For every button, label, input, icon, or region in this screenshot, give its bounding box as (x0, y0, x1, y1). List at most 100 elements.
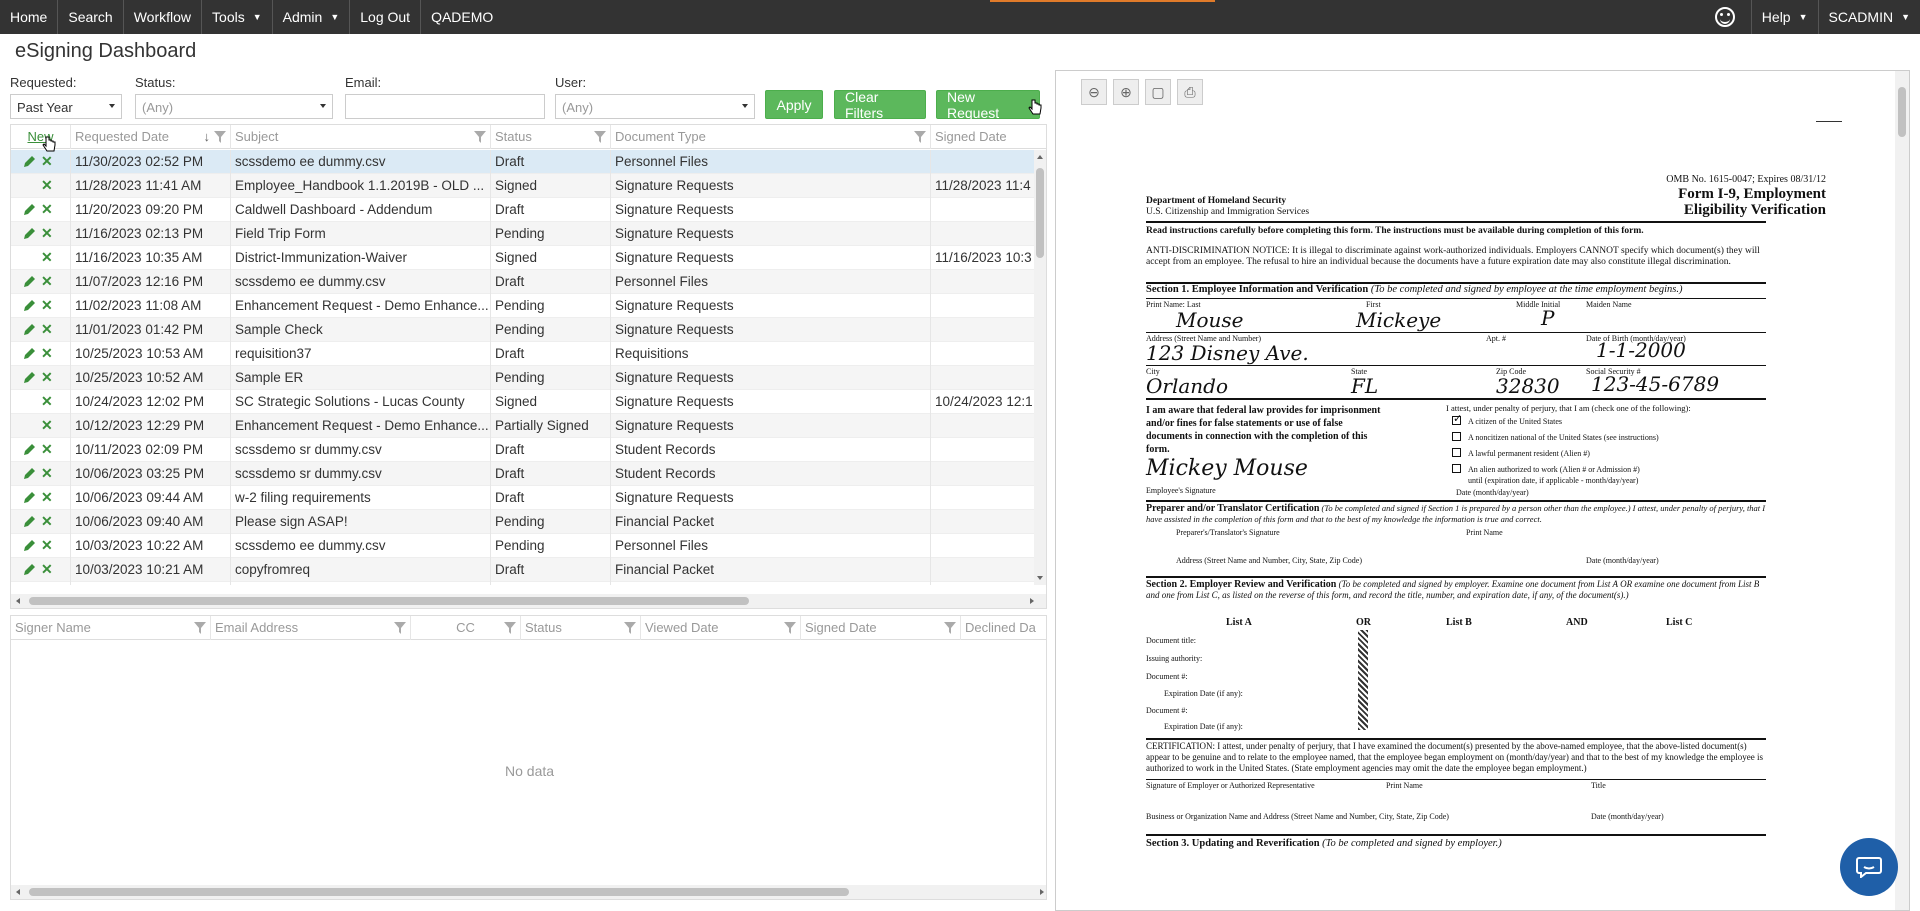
scroll-down-icon[interactable] (1037, 576, 1043, 580)
pencil-icon[interactable] (23, 275, 36, 288)
nav-tools[interactable]: Tools ▼ (202, 0, 273, 34)
table-row[interactable]: ✕ 11/02/2023 11:08 AM Enhancement Request … (11, 294, 1036, 318)
delete-x-icon[interactable]: ✕ (41, 538, 55, 552)
new-request-button[interactable]: New Request (936, 89, 1040, 121)
table-row[interactable]: ✕ 11/07/2023 12:16 PM scssdemo ee dummy.cs… (11, 270, 1036, 294)
pencil-icon[interactable] (23, 155, 36, 168)
filter-funnel-icon[interactable] (624, 622, 636, 634)
clear-filters-button[interactable]: Clear Filters (834, 89, 926, 121)
nav-admin[interactable]: Admin ▼ (273, 0, 351, 34)
delete-x-icon[interactable]: ✕ (41, 370, 55, 384)
col-document-type-header[interactable]: Document Type (611, 125, 931, 149)
feedback-smiley-icon[interactable] (1714, 7, 1735, 27)
pencil-icon[interactable] (23, 491, 36, 504)
col-viewed-date-header[interactable]: Viewed Date (641, 616, 801, 640)
scroll-thumb[interactable] (29, 597, 749, 605)
user-select[interactable]: (Any) (555, 94, 755, 119)
delete-x-icon[interactable]: ✕ (41, 154, 55, 168)
pencil-icon[interactable] (23, 203, 36, 216)
table-row[interactable]: ✕ 11/30/2023 02:52 PM scssdemo ee dummy.cs… (11, 150, 1036, 174)
filter-funnel-icon[interactable] (944, 622, 956, 634)
print-icon[interactable]: ⎙ (1177, 79, 1203, 105)
pencil-icon[interactable] (23, 299, 36, 312)
nav-home[interactable]: Home (0, 0, 59, 34)
scroll-left-icon[interactable] (16, 598, 20, 604)
delete-x-icon[interactable]: ✕ (41, 346, 55, 360)
pencil-icon[interactable] (23, 563, 36, 576)
table-row[interactable]: ✕ 11/01/2023 01:42 PM Sample Check Pending S… (11, 318, 1036, 342)
email-input[interactable] (345, 94, 545, 119)
table-row[interactable]: ✕ 10/12/2023 12:29 PM Enhancement Request … (11, 414, 1036, 438)
table-row[interactable]: ✕ 10/06/2023 09:44 AM w-2 filing requireme… (11, 486, 1036, 510)
chat-widget-button[interactable] (1840, 838, 1898, 896)
col-signer-status-header[interactable]: Status (521, 616, 641, 640)
filter-funnel-icon[interactable] (594, 131, 606, 143)
table-row[interactable]: ✕ 11/28/2023 11:41 AM Employee_Handbook 1.… (11, 174, 1036, 198)
col-signer-name-header[interactable]: Signer Name (11, 616, 211, 640)
col-new-header[interactable]: New (11, 125, 71, 149)
delete-x-icon[interactable]: ✕ (41, 490, 55, 504)
delete-x-icon[interactable]: ✕ (41, 418, 55, 432)
filter-funnel-icon[interactable] (394, 622, 406, 634)
nav-user[interactable]: SCADMIN ▼ (1817, 0, 1920, 34)
filter-funnel-icon[interactable] (474, 131, 486, 143)
table-row[interactable]: ✕ 10/24/2023 12:02 PM SC Strategic Solutio… (11, 390, 1036, 414)
delete-x-icon[interactable]: ✕ (41, 202, 55, 216)
col-subject-header[interactable]: Subject (231, 125, 491, 149)
scroll-thumb[interactable] (29, 888, 849, 896)
requests-grid-vscroll[interactable] (1034, 150, 1046, 585)
col-status-header[interactable]: Status (491, 125, 611, 149)
status-select[interactable]: (Any) (135, 94, 333, 119)
delete-x-icon[interactable]: ✕ (41, 562, 55, 576)
table-row[interactable]: ✕ 10/25/2023 10:53 AM requisition37 Draft Re… (11, 342, 1036, 366)
delete-x-icon[interactable]: ✕ (41, 442, 55, 456)
pencil-icon[interactable] (23, 227, 36, 240)
scroll-left-icon[interactable] (16, 889, 20, 895)
table-row[interactable]: ✕ 10/06/2023 09:40 AM Please sign ASAP! Pen… (11, 510, 1036, 534)
pencil-icon[interactable] (23, 515, 36, 528)
delete-x-icon[interactable]: ✕ (41, 322, 55, 336)
delete-x-icon[interactable]: ✕ (41, 178, 55, 192)
viewer-vscroll[interactable] (1895, 71, 1909, 910)
table-row[interactable]: ✕ 10/06/2023 03:25 PM scssdemo sr dummy.cs… (11, 462, 1036, 486)
table-row[interactable]: ✕ 11/16/2023 10:35 AM District-Immunizatio… (11, 246, 1036, 270)
table-row[interactable]: ✕ 11/20/2023 09:20 PM Caldwell Dashboard -… (11, 198, 1036, 222)
delete-x-icon[interactable]: ✕ (41, 274, 55, 288)
delete-x-icon[interactable]: ✕ (41, 466, 55, 480)
scroll-up-icon[interactable] (1037, 155, 1043, 159)
pencil-icon[interactable] (23, 467, 36, 480)
zoom-in-icon[interactable]: ⊕ (1113, 79, 1139, 105)
filter-funnel-icon[interactable] (214, 131, 226, 143)
nav-search[interactable]: Search (58, 0, 124, 34)
delete-x-icon[interactable]: ✕ (41, 250, 55, 264)
table-row[interactable]: ✕ 10/03/2023 10:21 AM copyfromreq Draft Fina… (11, 558, 1036, 582)
col-email-address-header[interactable]: Email Address (211, 616, 411, 640)
table-row[interactable]: ✕ 10/03/2023 10:22 AM scssdemo ee dummy.cs… (11, 534, 1036, 558)
col-signer-signed-date-header[interactable]: Signed Date (801, 616, 961, 640)
filter-funnel-icon[interactable] (914, 131, 926, 143)
fit-page-icon[interactable]: ▢ (1145, 79, 1171, 105)
table-row[interactable]: ✕ 10/25/2023 10:52 AM Sample ER Pending Sign… (11, 366, 1036, 390)
scroll-right-icon[interactable] (1030, 598, 1034, 604)
scroll-thumb[interactable] (1036, 168, 1044, 258)
col-declined-date-header[interactable]: Declined Da (961, 616, 1046, 640)
table-row[interactable]: ✕09/26/2023 02:11 PMscssdemo ee dummy.cs… (11, 582, 1036, 585)
nav-workflow[interactable]: Workflow (124, 0, 203, 34)
pencil-icon[interactable] (23, 347, 36, 360)
table-row[interactable]: ✕ 11/16/2023 02:13 PM Field Trip Form Pendi… (11, 222, 1036, 246)
delete-x-icon[interactable]: ✕ (41, 514, 55, 528)
filter-funnel-icon[interactable] (784, 622, 796, 634)
pencil-icon[interactable] (23, 371, 36, 384)
scroll-thumb[interactable] (1898, 87, 1906, 137)
nav-help[interactable]: Help ▼ (1750, 0, 1818, 34)
nav-logout[interactable]: Log Out (350, 0, 422, 34)
zoom-out-icon[interactable]: ⊖ (1081, 79, 1107, 105)
apply-button[interactable]: Apply (765, 90, 823, 119)
requests-grid-hscroll[interactable] (11, 594, 1046, 608)
pencil-icon[interactable] (23, 323, 36, 336)
col-signed-date-header[interactable]: Signed Date (931, 125, 1046, 149)
pencil-icon[interactable] (23, 539, 36, 552)
signers-grid-hscroll[interactable] (11, 885, 1046, 899)
table-row[interactable]: ✕ 10/11/2023 02:09 PM scssdemo sr dummy.cs… (11, 438, 1036, 462)
requested-select[interactable]: Past Year (10, 94, 122, 119)
